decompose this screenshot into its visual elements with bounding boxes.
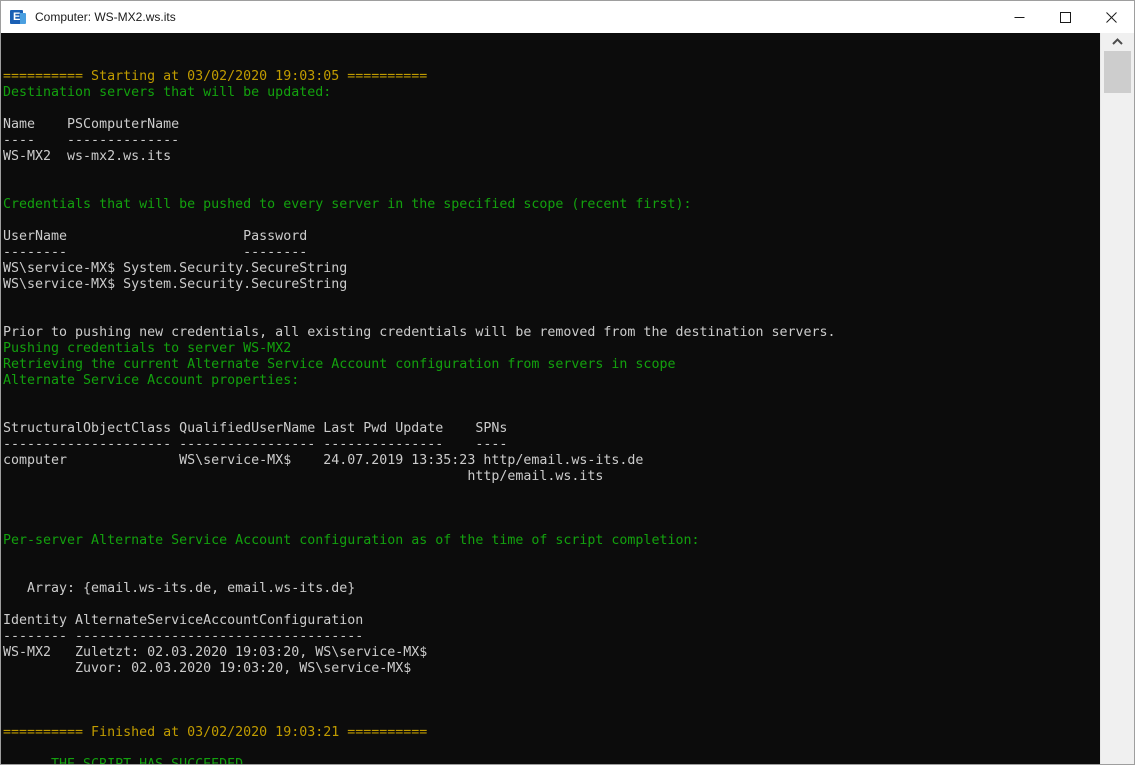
- console-window: Computer: WS-MX2.ws.its: [0, 0, 1135, 765]
- console-line: WS\service-MX$ System.Security.SecureStr…: [3, 277, 348, 292]
- console-line: THE SCRIPT HAS SUCCEEDED: [3, 757, 1100, 764]
- console-line: Destination servers that will be updated…: [3, 85, 332, 100]
- console-line: Per-server Alternate Service Account con…: [3, 533, 700, 548]
- console-line: http/email.ws.its: [3, 469, 604, 484]
- console-line: Alternate Service Account properties:: [3, 373, 300, 388]
- console-line: --------------------- ----------------- …: [3, 437, 508, 452]
- console-line: -------- --------: [3, 245, 308, 260]
- console-line: WS\service-MX$ System.Security.SecureStr…: [3, 261, 348, 276]
- window-controls: [996, 1, 1134, 33]
- console-line: UserName Password: [3, 229, 308, 244]
- maximize-button[interactable]: [1042, 1, 1088, 33]
- scrollbar-thumb[interactable]: [1104, 51, 1131, 93]
- console-line: StructuralObjectClass QualifiedUserName …: [3, 421, 508, 436]
- scroll-up-button[interactable]: [1101, 33, 1134, 51]
- scrollbar-track[interactable]: [1101, 51, 1134, 764]
- console-line: Zuvor: 02.03.2020 19:03:20, WS\service-M…: [3, 661, 412, 676]
- console-line: Prior to pushing new credentials, all ex…: [3, 325, 836, 340]
- console-line: Retrieving the current Alternate Service…: [3, 357, 676, 372]
- console-line: Identity AlternateServiceAccountConfigur…: [3, 613, 364, 628]
- console-text-block: ========== Starting at 03/02/2020 19:03:…: [1, 33, 1100, 764]
- close-button[interactable]: [1088, 1, 1134, 33]
- console-line: Pushing credentials to server WS-MX2: [3, 341, 292, 356]
- console-line: ========== Finished at 03/02/2020 19:03:…: [3, 725, 428, 740]
- console-line: computer WS\service-MX$ 24.07.2019 13:35…: [3, 453, 644, 468]
- maximize-icon: [1059, 11, 1071, 23]
- chevron-up-icon: [1112, 38, 1123, 45]
- console-line: Array: {email.ws-its.de, email.ws-its.de…: [3, 581, 356, 596]
- close-icon: [1105, 11, 1117, 23]
- console-line: -------- -------------------------------…: [3, 629, 364, 644]
- window-title: Computer: WS-MX2.ws.its: [35, 10, 176, 24]
- console-line: WS-MX2 Zuletzt: 02.03.2020 19:03:20, WS\…: [3, 645, 428, 660]
- console-line: WS-MX2 ws-mx2.ws.its: [3, 149, 172, 164]
- console-line: ========== Starting at 03/02/2020 19:03:…: [3, 69, 428, 84]
- minimize-icon: [1014, 16, 1024, 18]
- exchange-server-icon: [10, 9, 26, 25]
- console-line: Credentials that will be pushed to every…: [3, 197, 692, 212]
- title-bar-left: Computer: WS-MX2.ws.its: [1, 9, 996, 25]
- console-line: Name PSComputerName: [3, 117, 180, 132]
- title-bar[interactable]: Computer: WS-MX2.ws.its: [1, 1, 1134, 33]
- vertical-scrollbar[interactable]: [1100, 33, 1134, 764]
- console-line: ---- --------------: [3, 133, 180, 148]
- minimize-button[interactable]: [996, 1, 1042, 33]
- console-output[interactable]: ========== Starting at 03/02/2020 19:03:…: [1, 33, 1100, 764]
- console-area: ========== Starting at 03/02/2020 19:03:…: [1, 33, 1134, 764]
